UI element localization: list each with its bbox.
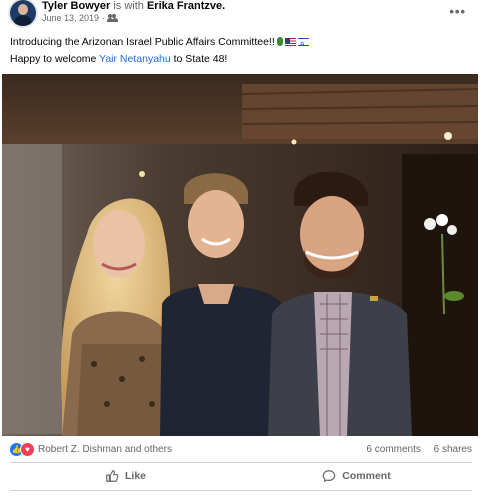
reaction-icons[interactable]: 👍 ♥ <box>10 443 36 456</box>
with-text: is with <box>113 0 144 12</box>
tagged-person[interactable]: Erika Frantzve. <box>147 0 225 12</box>
post-photo[interactable] <box>2 74 478 436</box>
friends-icon <box>107 14 119 22</box>
like-label: Like <box>124 470 146 482</box>
welcome-prefix: Happy to welcome <box>10 53 100 65</box>
post-date[interactable]: June 13, 2019 <box>42 13 99 23</box>
welcome-suffix: to State 48! <box>170 53 228 65</box>
bottom-divider <box>10 490 472 491</box>
reactions-bar: 👍 ♥ Robert Z. Dishman and others 6 comme… <box>10 442 472 458</box>
comment-button[interactable]: Comment <box>241 465 472 487</box>
shares-count[interactable]: 6 shares <box>434 444 472 455</box>
mention-link[interactable]: Yair Netanyahu <box>99 53 171 65</box>
comment-icon <box>323 470 336 482</box>
thumbs-up-icon <box>106 470 119 482</box>
author-line: Tyler Bowyer is with Erika Frantzve. <box>42 0 225 13</box>
engagement-counts: 6 comments 6 shares <box>366 444 472 455</box>
comments-count[interactable]: 6 comments <box>366 444 420 455</box>
author-avatar[interactable] <box>10 0 36 26</box>
comment-label: Comment <box>342 470 391 482</box>
photo-illustration <box>2 74 478 436</box>
israel-flag-icon <box>297 36 309 53</box>
divider <box>10 462 472 463</box>
us-flag-icon <box>284 38 296 46</box>
facebook-post: Tyler Bowyer is with Erika Frantzve. Jun… <box>0 0 482 500</box>
like-button[interactable]: Like <box>10 465 241 487</box>
intro-text: Introducing the Arizonan Israel Public A… <box>10 36 275 48</box>
post-header: Tyler Bowyer is with Erika Frantzve. Jun… <box>8 0 474 28</box>
cactus-icon <box>276 37 283 46</box>
author-name[interactable]: Tyler Bowyer <box>42 0 110 12</box>
post-text: Introducing the Arizonan Israel Public A… <box>10 34 470 68</box>
post-text-line-2: Happy to welcome Yair Netanyahu to State… <box>10 51 470 68</box>
love-icon: ♥ <box>21 443 34 456</box>
action-bar: Like Comment <box>10 465 472 487</box>
post-text-line-1: Introducing the Arizonan Israel Public A… <box>10 34 470 53</box>
reactors-text[interactable]: Robert Z. Dishman and others <box>38 444 172 455</box>
post-meta: June 13, 2019 · <box>42 13 119 23</box>
more-options-icon[interactable]: ••• <box>449 4 466 19</box>
